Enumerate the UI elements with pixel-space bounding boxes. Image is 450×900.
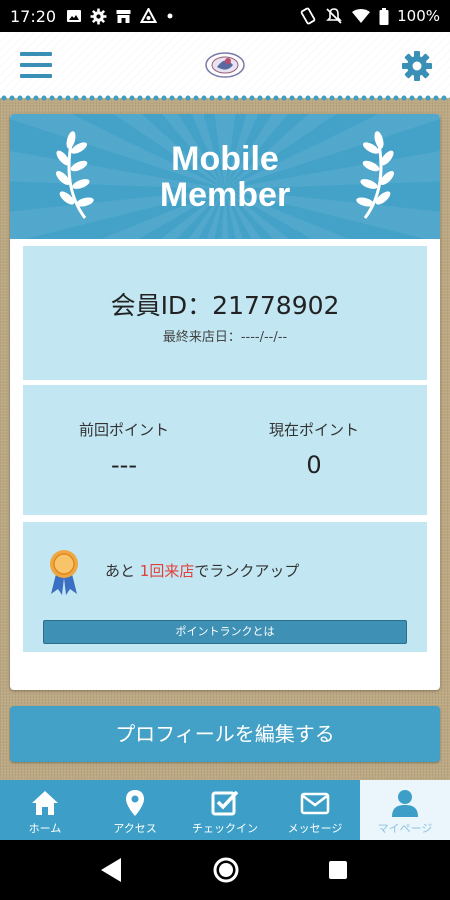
laurel-right-icon xyxy=(356,131,394,219)
previous-points-value: --- xyxy=(111,451,137,479)
medal-icon xyxy=(50,550,78,595)
rank-up-message: あと 1回来店でランクアップ xyxy=(105,562,300,580)
status-bar: 17:20 100% xyxy=(0,0,450,32)
current-points-value: 0 xyxy=(306,451,322,479)
nav-home[interactable]: ホーム xyxy=(0,780,90,840)
nav-mypage-label: マイページ xyxy=(377,822,433,835)
back-icon[interactable] xyxy=(100,857,122,883)
menu-button[interactable] xyxy=(20,52,52,80)
battery-icon xyxy=(379,7,389,25)
mute-icon xyxy=(326,8,343,24)
rank-panel: あと 1回来店でランクアップ ポイントランクとは xyxy=(23,522,427,652)
vibrate-icon xyxy=(300,7,316,25)
member-card: Mobile Member 会員ID：21778902 最終来店日：----/-… xyxy=(10,114,440,690)
home-circle-icon[interactable] xyxy=(212,856,240,884)
member-id-panel: 会員ID：21778902 最終来店日：----/--/-- xyxy=(23,246,427,380)
previous-points-label: 前回ポイント xyxy=(78,421,169,439)
user-icon xyxy=(392,790,418,817)
current-points-label: 現在ポイント xyxy=(268,421,359,439)
nav-access[interactable]: アクセス xyxy=(90,780,180,840)
nav-access-label: アクセス xyxy=(113,822,157,835)
image-icon xyxy=(67,10,82,22)
nav-home-label: ホーム xyxy=(28,822,62,835)
store-icon xyxy=(116,10,131,23)
nav-message[interactable]: メッセージ xyxy=(270,780,360,840)
wifi-icon xyxy=(352,9,371,23)
edit-profile-button[interactable]: プロフィールを編集する xyxy=(10,706,440,762)
checkin-icon xyxy=(211,790,239,816)
point-rank-info-button[interactable]: ポイントランクとは xyxy=(43,620,407,644)
battery-percent: 100% xyxy=(397,7,440,25)
recent-apps-icon[interactable] xyxy=(328,860,348,880)
nav-checkin-label: チェックイン xyxy=(192,822,258,835)
share-icon xyxy=(140,8,158,23)
card-header: Mobile Member xyxy=(10,114,440,239)
nav-message-label: メッセージ xyxy=(287,822,343,835)
home-icon xyxy=(32,791,58,815)
map-pin-icon xyxy=(126,790,144,816)
header-dotted-border xyxy=(0,94,450,102)
system-nav-bar xyxy=(0,840,450,900)
mail-icon xyxy=(300,792,330,815)
settings-gear-button[interactable] xyxy=(401,50,433,82)
shop-logo-icon xyxy=(205,52,245,78)
points-panel: 前回ポイント --- 現在ポイント 0 xyxy=(23,385,427,515)
member-id: 会員ID：21778902 xyxy=(110,291,340,320)
bottom-nav: ホーム アクセス チェックイン メッセージ マイページ xyxy=(0,780,450,840)
nav-checkin[interactable]: チェックイン xyxy=(180,780,270,840)
last-visit-date: 最終来店日：----/--/-- xyxy=(162,330,288,345)
rank-visits-highlight: 1回来店 xyxy=(139,562,195,580)
nav-mypage[interactable]: マイページ xyxy=(360,780,450,840)
hamburger-icon xyxy=(20,52,52,56)
status-time: 17:20 xyxy=(10,6,57,26)
gear-icon xyxy=(90,8,107,24)
dot-icon xyxy=(167,13,173,19)
